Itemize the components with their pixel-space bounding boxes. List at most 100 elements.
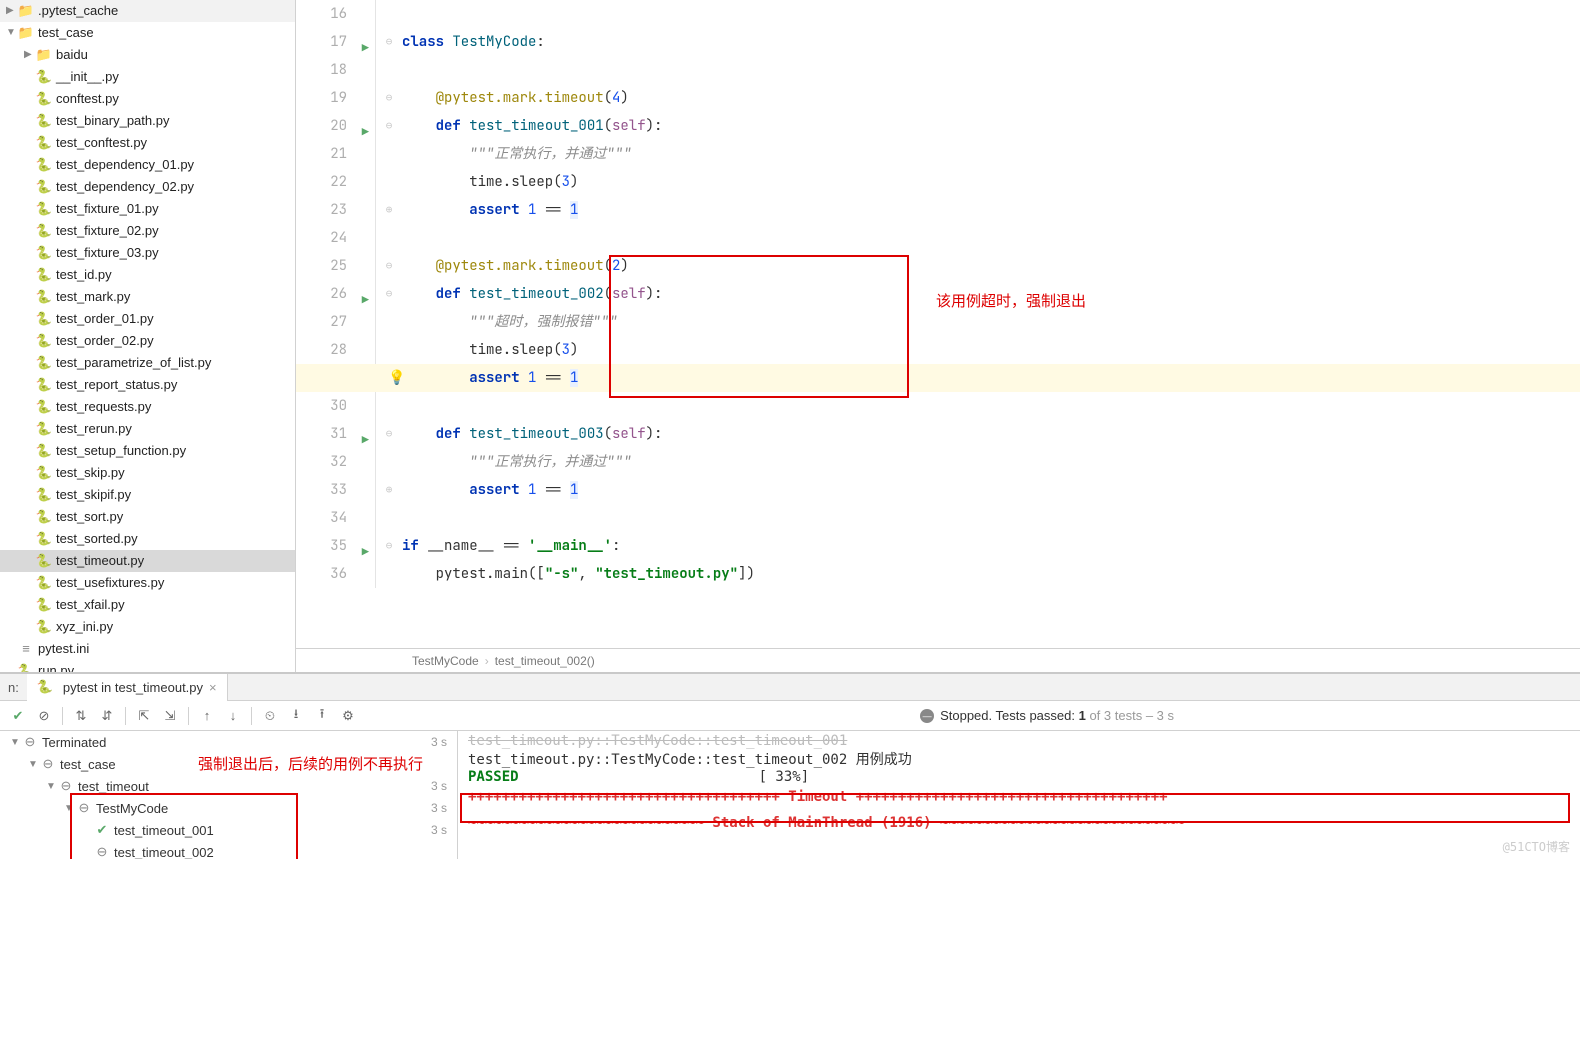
tree-item-test_conftest-py[interactable]: 🐍test_conftest.py (0, 132, 295, 154)
tree-item-baidu[interactable]: ▶📁baidu (0, 44, 295, 66)
tree-item-run-py[interactable]: 🐍run.py (0, 660, 295, 672)
code-line[interactable]: assert 1 == 1 (402, 196, 1580, 224)
code-line[interactable]: class TestMyCode: (402, 28, 1580, 56)
fold-icon[interactable] (376, 448, 402, 476)
tree-item-test_sorted-py[interactable]: 🐍test_sorted.py (0, 528, 295, 550)
python-icon: 🐍 (36, 465, 52, 481)
fold-icon[interactable]: ⊖ (376, 252, 402, 280)
code-line[interactable]: def test_timeout_003(self): (402, 420, 1580, 448)
tree-item-test_order_01-py[interactable]: 🐍test_order_01.py (0, 308, 295, 330)
fold-icon[interactable] (376, 336, 402, 364)
tree-item-test_usefixtures-py[interactable]: 🐍test_usefixtures.py (0, 572, 295, 594)
fold-icon[interactable]: ⊖ (376, 84, 402, 112)
export-icon[interactable]: ⭱ (310, 704, 334, 728)
fold-icon[interactable] (376, 0, 402, 28)
fold-icon[interactable]: ⊖ (376, 112, 402, 140)
fold-icon[interactable] (376, 308, 402, 336)
tree-item-test_sort-py[interactable]: 🐍test_sort.py (0, 506, 295, 528)
tree-item-test_skipif-py[interactable]: 🐍test_skipif.py (0, 484, 295, 506)
fold-icon[interactable]: ⊖ (376, 532, 402, 560)
code-line[interactable] (402, 504, 1580, 532)
tree-item-conftest-py[interactable]: 🐍conftest.py (0, 88, 295, 110)
fold-icon[interactable]: ⊖ (376, 420, 402, 448)
code-line[interactable]: assert 1 == 1 (296, 364, 1580, 392)
sort-icon[interactable]: ⇅ (69, 704, 93, 728)
code-line[interactable]: """正常执行，并通过""" (402, 448, 1580, 476)
tree-item-__init__-py[interactable]: 🐍__init__.py (0, 66, 295, 88)
caret-icon: ▼ (46, 781, 58, 792)
code-line[interactable] (402, 224, 1580, 252)
tree-item-test_fixture_01-py[interactable]: 🐍test_fixture_01.py (0, 198, 295, 220)
fold-icon[interactable] (376, 140, 402, 168)
python-icon: 🐍 (36, 289, 52, 305)
fold-icon[interactable] (376, 224, 402, 252)
test-row-test_timeout_002[interactable]: ⊖test_timeout_002 (0, 841, 457, 859)
sort-alpha-icon[interactable]: ⇵ (95, 704, 119, 728)
tree-item-xyz_ini-py[interactable]: 🐍xyz_ini.py (0, 616, 295, 638)
stop-icon: ⊖ (58, 778, 74, 794)
tree-item-test_requests-py[interactable]: 🐍test_requests.py (0, 396, 295, 418)
tree-item-test_report_status-py[interactable]: 🐍test_report_status.py (0, 374, 295, 396)
code-line[interactable]: """超时，强制报错""" (402, 308, 1580, 336)
code-line[interactable]: @pytest.mark.timeout(4) (402, 84, 1580, 112)
fold-icon[interactable] (376, 560, 402, 588)
tree-item-test_binary_path-py[interactable]: 🐍test_binary_path.py (0, 110, 295, 132)
code-line[interactable]: def test_timeout_001(self): (402, 112, 1580, 140)
code-line[interactable]: time.sleep(3) (402, 168, 1580, 196)
test-row-Terminated[interactable]: ▼⊖Terminated3 s (0, 731, 457, 753)
crumb[interactable]: test_timeout_002() (495, 654, 595, 668)
test-row-test_timeout_001[interactable]: ✔test_timeout_0013 s (0, 819, 457, 841)
breadcrumbs[interactable]: TestMyCode › test_timeout_002() (296, 648, 1580, 672)
tree-item-test_case[interactable]: ▼📁test_case (0, 22, 295, 44)
code-line[interactable] (402, 56, 1580, 84)
tree-item-test_order_02-py[interactable]: 🐍test_order_02.py (0, 330, 295, 352)
tree-item-test_fixture_02-py[interactable]: 🐍test_fixture_02.py (0, 220, 295, 242)
tree-item-test_parametrize_of_list-py[interactable]: 🐍test_parametrize_of_list.py (0, 352, 295, 374)
code-line[interactable]: time.sleep(3) (402, 336, 1580, 364)
fold-icon[interactable] (376, 504, 402, 532)
disabled-icon[interactable]: ⊘ (32, 704, 56, 728)
close-icon[interactable]: × (209, 680, 217, 695)
tree-item-test_dependency_02-py[interactable]: 🐍test_dependency_02.py (0, 176, 295, 198)
code-line[interactable]: if __name__ == '__main__': (402, 532, 1580, 560)
console-output[interactable]: test_timeout.py::TestMyCode::test_timeou… (458, 731, 1580, 859)
tree-item--pytest_cache[interactable]: ▶📁.pytest_cache (0, 0, 295, 22)
tree-item-test_dependency_01-py[interactable]: 🐍test_dependency_01.py (0, 154, 295, 176)
tree-item-test_timeout-py[interactable]: 🐍test_timeout.py (0, 550, 295, 572)
import-icon[interactable]: ⭳ (284, 704, 308, 728)
collapse-icon[interactable]: ⇲ (158, 704, 182, 728)
python-icon: 🐍 (36, 157, 52, 173)
fold-icon[interactable]: ⊖ (376, 28, 402, 56)
fold-icon[interactable] (376, 56, 402, 84)
ok-icon[interactable]: ✔ (6, 704, 30, 728)
crumb[interactable]: TestMyCode (412, 654, 479, 668)
gear-icon[interactable]: ⚙ (336, 704, 360, 728)
test-row-test_timeout[interactable]: ▼⊖test_timeout3 s (0, 775, 457, 797)
code-line[interactable]: """正常执行，并通过""" (402, 140, 1580, 168)
tree-item-test_xfail-py[interactable]: 🐍test_xfail.py (0, 594, 295, 616)
fold-icon[interactable]: ⊕ (376, 196, 402, 224)
code-line[interactable] (402, 392, 1580, 420)
tree-item-test_mark-py[interactable]: 🐍test_mark.py (0, 286, 295, 308)
fold-icon[interactable]: ⊖ (376, 280, 402, 308)
intention-bulb-icon[interactable]: 💡 (388, 369, 405, 387)
code-line[interactable]: pytest.main(["-s", "test_timeout.py"]) (402, 560, 1580, 588)
tree-item-test_id-py[interactable]: 🐍test_id.py (0, 264, 295, 286)
tree-item-test_setup_function-py[interactable]: 🐍test_setup_function.py (0, 440, 295, 462)
clock-icon[interactable]: ⏲ (258, 704, 282, 728)
expand-icon[interactable]: ⇱ (132, 704, 156, 728)
code-line[interactable] (402, 0, 1580, 28)
code-line[interactable]: @pytest.mark.timeout(2) (402, 252, 1580, 280)
tree-item-pytest-ini[interactable]: ≡pytest.ini (0, 638, 295, 660)
down-icon[interactable]: ↓ (221, 704, 245, 728)
fold-icon[interactable] (376, 392, 402, 420)
fold-icon[interactable]: ⊕ (376, 476, 402, 504)
test-row-TestMyCode[interactable]: ▼⊖TestMyCode3 s (0, 797, 457, 819)
tree-item-test_rerun-py[interactable]: 🐍test_rerun.py (0, 418, 295, 440)
up-icon[interactable]: ↑ (195, 704, 219, 728)
tree-item-test_skip-py[interactable]: 🐍test_skip.py (0, 462, 295, 484)
code-line[interactable]: assert 1 == 1 (402, 476, 1580, 504)
fold-icon[interactable] (376, 168, 402, 196)
tree-item-test_fixture_03-py[interactable]: 🐍test_fixture_03.py (0, 242, 295, 264)
run-tab[interactable]: 🐍 pytest in test_timeout.py × (27, 674, 228, 701)
